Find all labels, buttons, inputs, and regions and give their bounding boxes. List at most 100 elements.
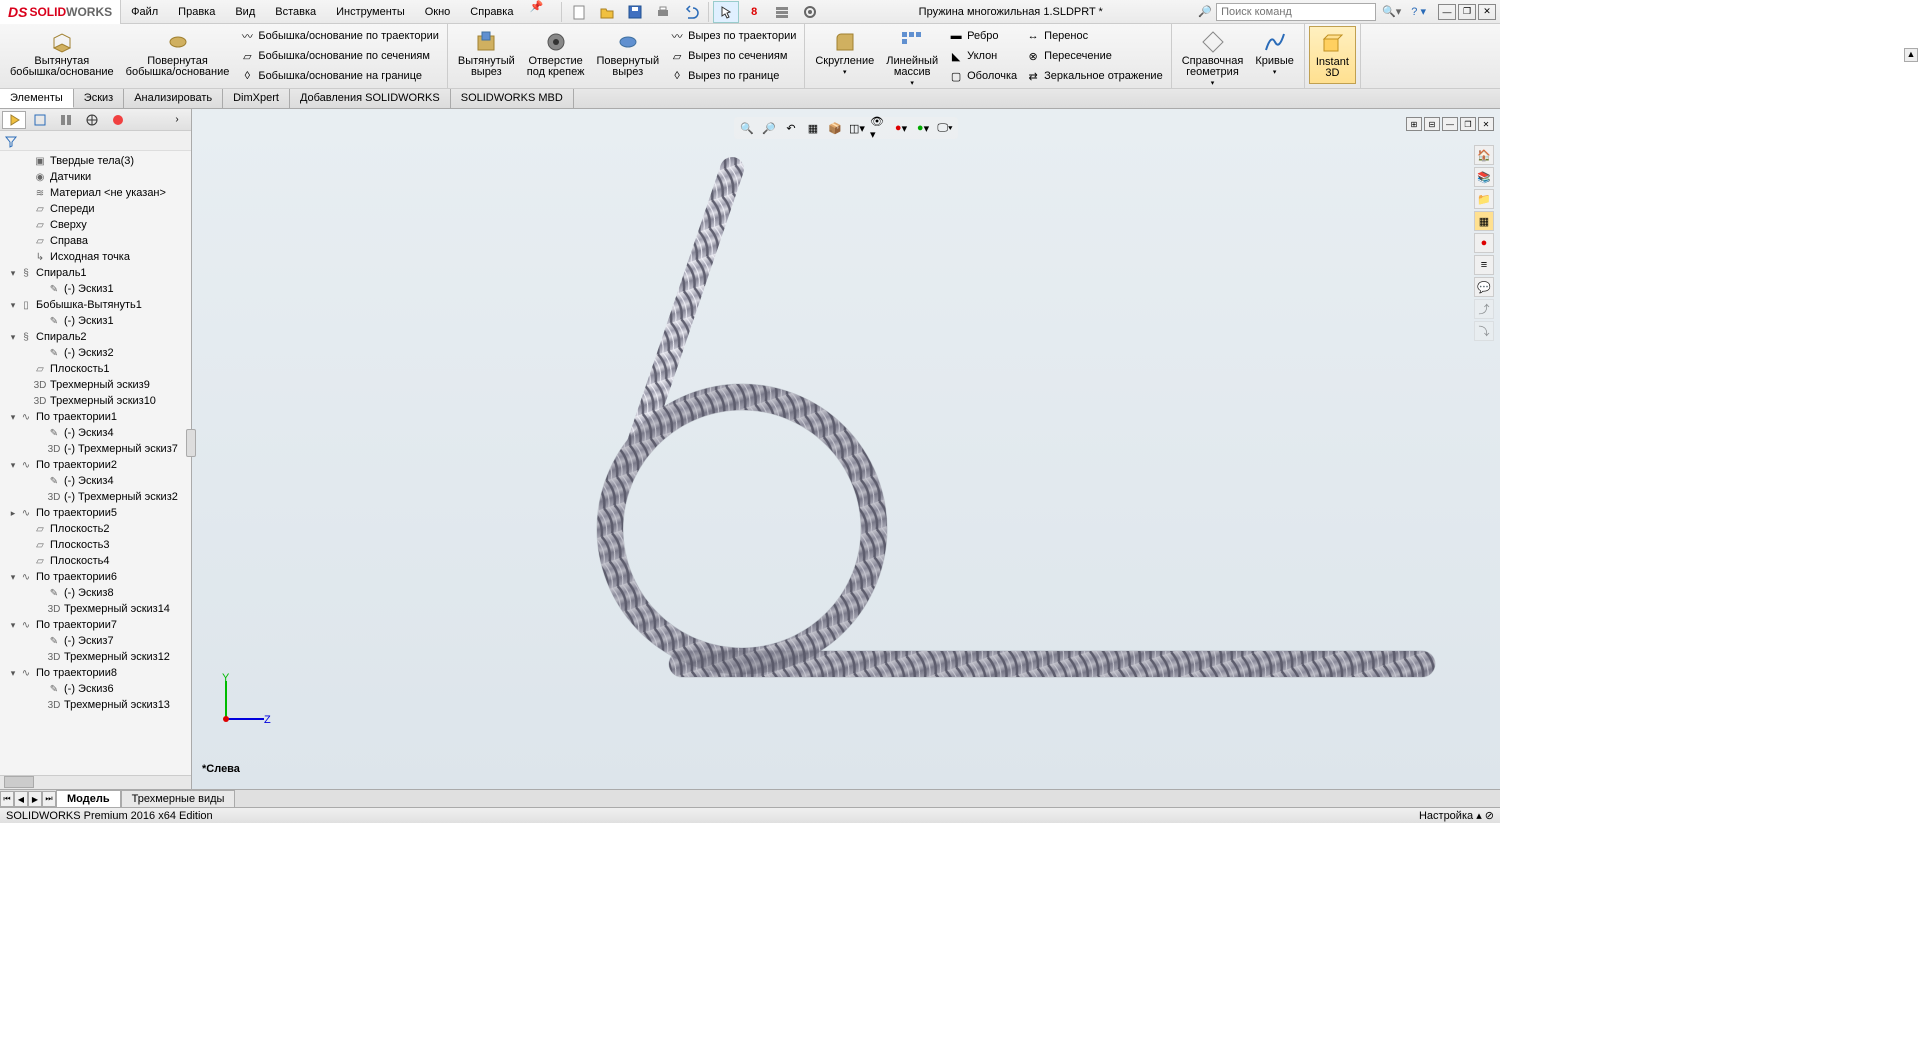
tab-mbd[interactable]: SOLIDWORKS MBD xyxy=(451,89,574,108)
tree-item[interactable]: 3D(-) Трехмерный эскиз7 xyxy=(0,441,191,457)
tree-item[interactable]: 3DТрехмерный эскиз9 xyxy=(0,377,191,393)
tree-hscroll[interactable] xyxy=(0,775,191,789)
tree-item[interactable]: ▸∿По траектории5 xyxy=(0,505,191,521)
shell-button[interactable]: ▢Оболочка xyxy=(944,67,1021,85)
extrude-boss-button[interactable]: Вытянутая бобышка/основание xyxy=(4,26,120,82)
splitter-handle[interactable] xyxy=(186,429,196,457)
minimize-button[interactable]: — xyxy=(1438,4,1456,20)
feature-tree-tab[interactable] xyxy=(2,111,26,129)
curves-button[interactable]: Кривые▾ xyxy=(1249,26,1300,82)
tree-item[interactable]: ✎(-) Эскиз2 xyxy=(0,345,191,361)
menu-window[interactable]: Окно xyxy=(415,0,461,24)
pin-icon[interactable]: 📌 xyxy=(523,0,549,24)
tree-item[interactable]: ✎(-) Эскиз1 xyxy=(0,281,191,297)
instant-3d-button[interactable]: Instant 3D xyxy=(1309,26,1356,84)
tree-item[interactable]: ▱Плоскость1 xyxy=(0,361,191,377)
hole-wizard-button[interactable]: Отверстие под крепеж xyxy=(521,26,591,82)
menu-help[interactable]: Справка xyxy=(460,0,523,24)
tree-item[interactable]: ✎(-) Эскиз8 xyxy=(0,585,191,601)
tree-item[interactable]: ▱Спереди xyxy=(0,201,191,217)
custom-props-icon[interactable]: ≡ xyxy=(1474,255,1494,275)
tab-nav-prev[interactable]: ◀ xyxy=(14,791,28,807)
tree-item[interactable]: ✎(-) Эскиз4 xyxy=(0,425,191,441)
tree-item[interactable]: ▾∿По траектории7 xyxy=(0,617,191,633)
tab-nav-last[interactable]: ⏭ xyxy=(42,791,56,807)
tab-nav-next[interactable]: ▶ xyxy=(28,791,42,807)
cut-extrude-button[interactable]: Вытянутый вырез xyxy=(452,26,521,82)
tree-item[interactable]: ▾∿По траектории8 xyxy=(0,665,191,681)
ref-geometry-button[interactable]: Справочная геометрия▾ xyxy=(1176,26,1250,93)
property-manager-tab[interactable] xyxy=(28,111,52,129)
tab-nav-first[interactable]: ⏮ xyxy=(0,791,14,807)
appearances-icon[interactable]: ● xyxy=(1474,233,1494,253)
status-arrow-icon[interactable]: ▴ xyxy=(1476,810,1482,822)
tree-item[interactable]: ▱Плоскость3 xyxy=(0,537,191,553)
config-manager-tab[interactable] xyxy=(54,111,78,129)
file-explorer-icon[interactable]: 📁 xyxy=(1474,189,1494,209)
tree-item[interactable]: ▱Сверху xyxy=(0,217,191,233)
feature-tree[interactable]: ▲ ▣Твердые тела(3)◉Датчики≋Материал <не … xyxy=(0,151,191,775)
move-button[interactable]: ↔Перенос xyxy=(1021,27,1167,45)
doc-minimize[interactable]: — xyxy=(1442,117,1458,131)
menu-file[interactable]: Файл xyxy=(121,0,168,24)
tab-features[interactable]: Элементы xyxy=(0,89,74,108)
tree-item[interactable]: ▱Плоскость4 xyxy=(0,553,191,569)
view-triad[interactable]: Y Z xyxy=(212,673,272,733)
sel1-icon[interactable]: ⤴ xyxy=(1474,299,1494,319)
close-button[interactable]: ✕ xyxy=(1478,4,1496,20)
tab-evaluate[interactable]: Анализировать xyxy=(124,89,223,108)
rib-button[interactable]: ▬Ребро xyxy=(944,27,1021,45)
fillet-button[interactable]: Скругление▾ xyxy=(809,26,880,82)
linear-pattern-button[interactable]: Линейный массив▾ xyxy=(880,26,944,93)
print-button[interactable] xyxy=(650,1,676,23)
cut-revolve-button[interactable]: Повернутый вырез xyxy=(590,26,665,82)
revolve-boss-button[interactable]: Повернутая бобышка/основание xyxy=(120,26,236,82)
tab-addins[interactable]: Добавления SOLIDWORKS xyxy=(290,89,451,108)
tree-item[interactable]: 3DТрехмерный эскиз14 xyxy=(0,601,191,617)
help-icon[interactable]: ? ▾ xyxy=(1411,5,1426,18)
new-button[interactable] xyxy=(566,1,592,23)
view-palette-icon[interactable]: ▦ xyxy=(1474,211,1494,231)
model-tab[interactable]: Модель xyxy=(56,790,121,807)
tree-item[interactable]: ↳Исходная точка xyxy=(0,249,191,265)
settings-button[interactable] xyxy=(797,1,823,23)
tree-item[interactable]: ✎(-) Эскиз1 xyxy=(0,313,191,329)
tree-item[interactable]: ▾§Спираль1 xyxy=(0,265,191,281)
undo-button[interactable] xyxy=(678,1,704,23)
tree-item[interactable]: 3DТрехмерный эскиз12 xyxy=(0,649,191,665)
display-manager-tab[interactable] xyxy=(106,111,130,129)
tree-item[interactable]: ✎(-) Эскиз7 xyxy=(0,633,191,649)
open-button[interactable] xyxy=(594,1,620,23)
doc-restore[interactable]: ❐ xyxy=(1460,117,1476,131)
tree-item[interactable]: ▾§Спираль2 xyxy=(0,329,191,345)
rebuild-button[interactable]: 8 xyxy=(741,1,767,23)
boundary-boss-button[interactable]: ◊Бобышка/основание на границе xyxy=(235,67,443,85)
design-library-icon[interactable]: 📚 xyxy=(1474,167,1494,187)
draft-button[interactable]: ◣Уклон xyxy=(944,47,1021,65)
tab-dimxpert[interactable]: DimXpert xyxy=(223,89,290,108)
save-button[interactable] xyxy=(622,1,648,23)
tree-item[interactable]: 3D(-) Трехмерный эскиз2 xyxy=(0,489,191,505)
graphics-area[interactable]: 🔍 🔎 ↶ ▦ 📦 ◫▾ 👁▾ ●▾ ●▾ 🖵▾ ⊞ ⊟ — ❐ ✕ 🏠 📚 📁… xyxy=(192,109,1500,789)
menu-view[interactable]: Вид xyxy=(225,0,265,24)
forum-icon[interactable]: 💬 xyxy=(1474,277,1494,297)
tree-item[interactable]: 3DТрехмерный эскиз13 xyxy=(0,697,191,713)
sel2-icon[interactable]: ⤵ xyxy=(1474,321,1494,341)
tree-item[interactable]: ≋Материал <не указан> xyxy=(0,185,191,201)
mirror-button[interactable]: ⇄Зеркальное отражение xyxy=(1021,67,1167,85)
tree-item[interactable]: ▣Твердые тела(3) xyxy=(0,153,191,169)
cut-boundary-button[interactable]: ◊Вырез по границе xyxy=(665,67,800,85)
tree-item[interactable]: ◉Датчики xyxy=(0,169,191,185)
select-button[interactable] xyxy=(713,1,739,23)
menu-tools[interactable]: Инструменты xyxy=(326,0,415,24)
menu-edit[interactable]: Правка xyxy=(168,0,225,24)
options-button[interactable] xyxy=(769,1,795,23)
expand-tab[interactable]: › xyxy=(165,111,189,129)
tree-filter[interactable] xyxy=(0,131,191,151)
resources-icon[interactable]: 🏠 xyxy=(1474,145,1494,165)
tree-item[interactable]: ▱Справа xyxy=(0,233,191,249)
tree-item[interactable]: ▾▯Бобышка-Вытянуть1 xyxy=(0,297,191,313)
tree-item[interactable]: ▾∿По траектории6 xyxy=(0,569,191,585)
status-help-icon[interactable]: ⊘ xyxy=(1485,810,1494,822)
doc-close[interactable]: ✕ xyxy=(1478,117,1494,131)
